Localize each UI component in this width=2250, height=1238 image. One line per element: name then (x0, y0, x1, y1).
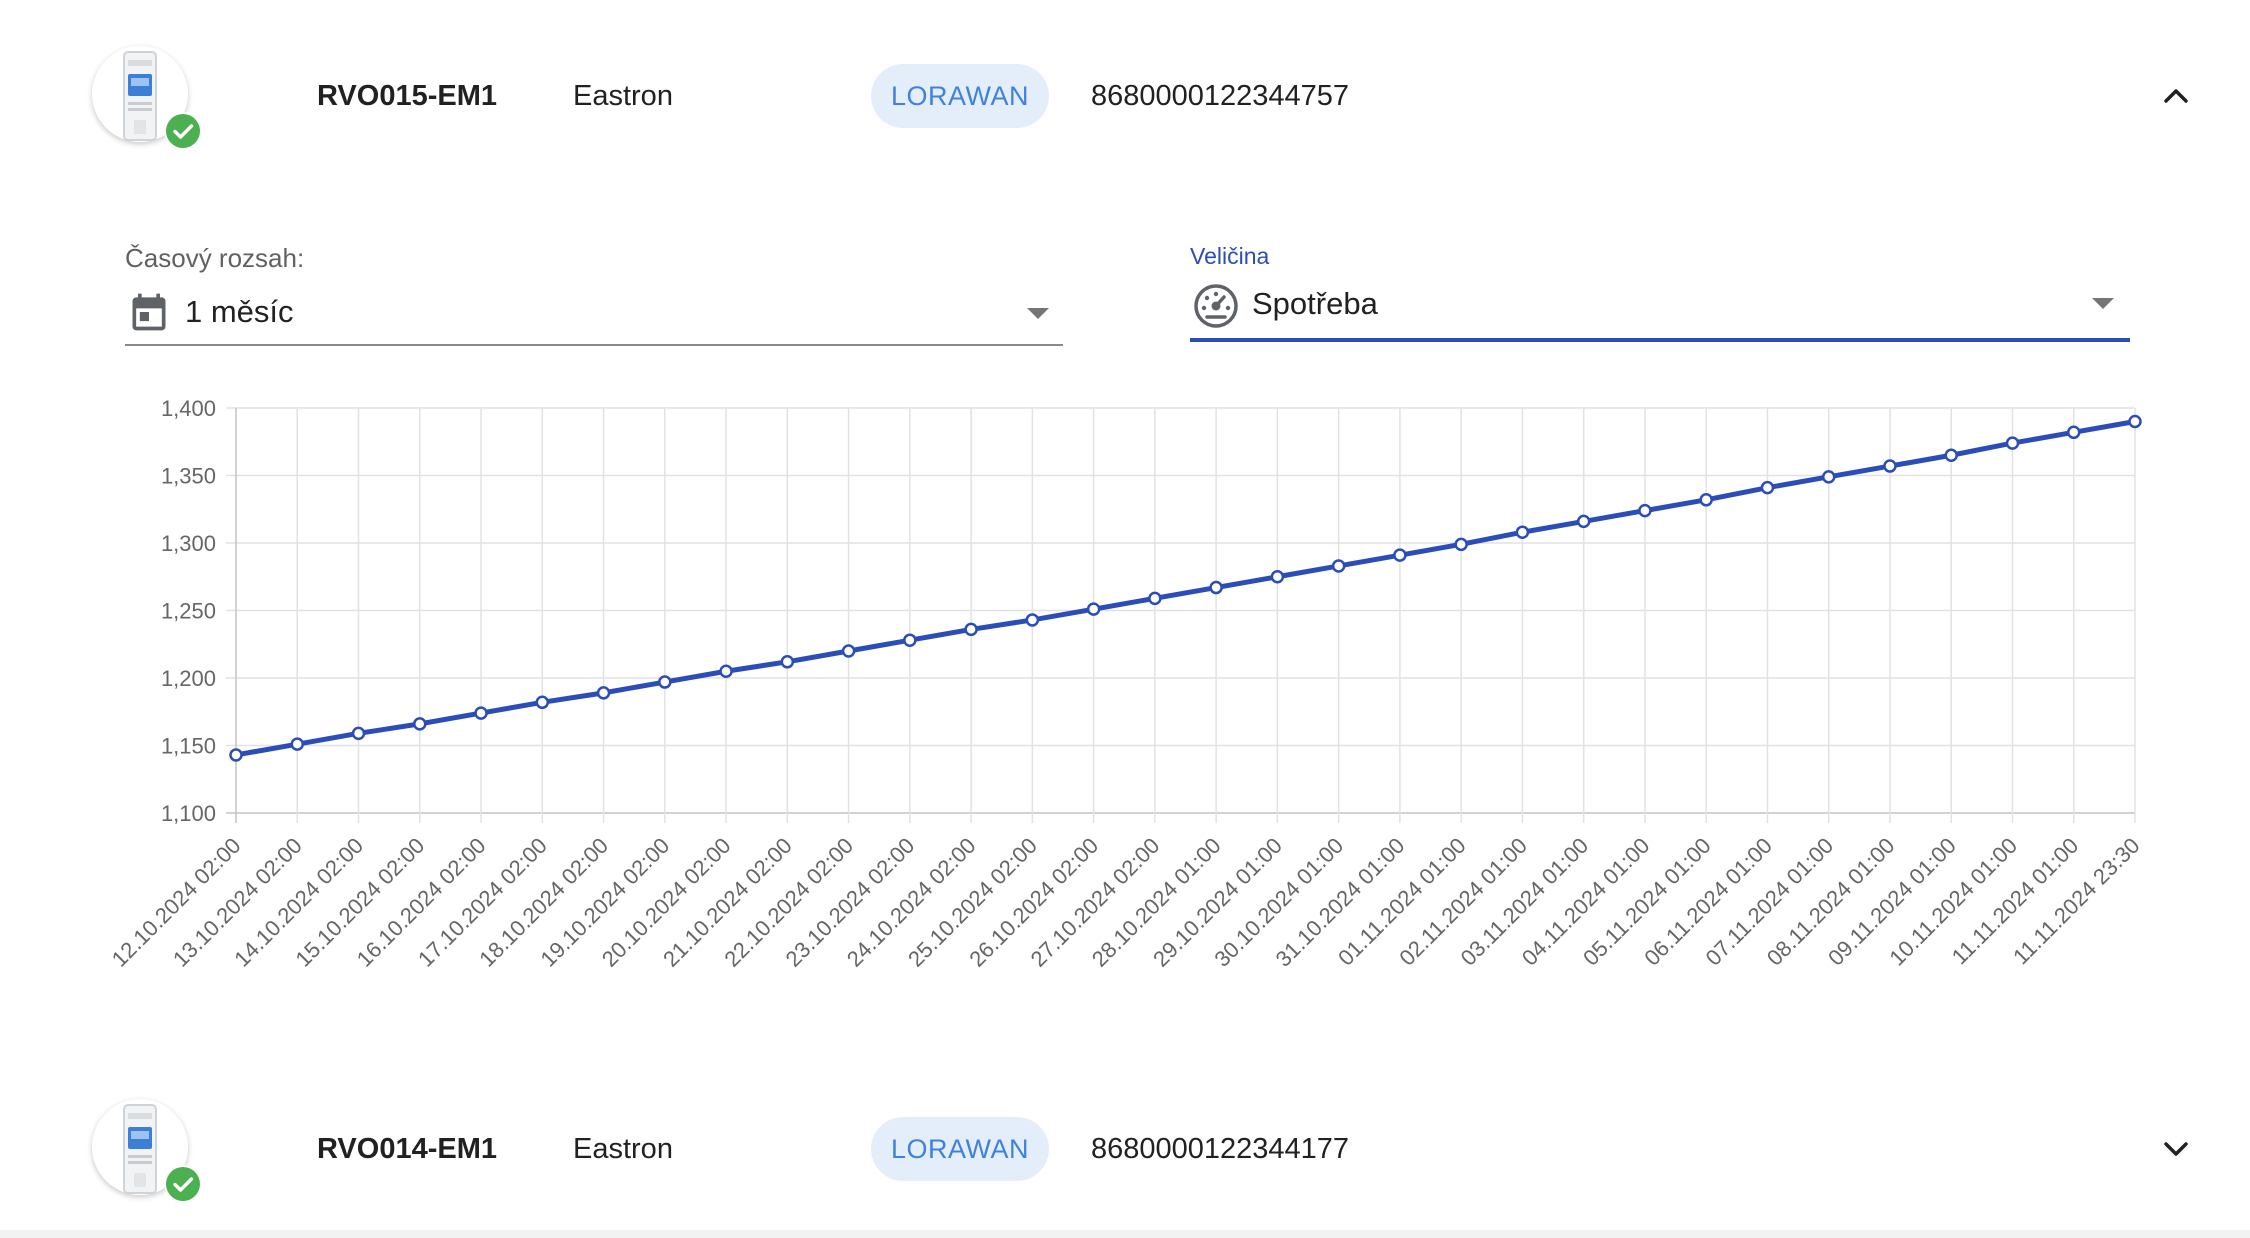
data-point (964, 622, 978, 637)
quantity-select[interactable]: Spotřeba (1190, 278, 2130, 342)
dropdown-arrow-icon (2092, 298, 2114, 309)
check-circle-icon (166, 1167, 200, 1201)
expand-toggle[interactable] (2156, 1129, 2196, 1169)
chevron-up-icon (2164, 89, 2188, 103)
data-point (1699, 493, 1713, 507)
device-name: RVO015-EM1 (317, 80, 497, 112)
data-point (413, 717, 427, 731)
data-point (1821, 470, 1836, 484)
list-divider (0, 1230, 2250, 1238)
y-tick-label: 1,150 (161, 734, 216, 759)
data-point (1576, 514, 1591, 529)
energy-meter-icon (123, 1104, 157, 1194)
energy-meter-icon (123, 51, 157, 141)
data-point (229, 748, 243, 762)
y-tick-label: 1,300 (161, 531, 216, 556)
device-vendor: Eastron (573, 1133, 673, 1165)
data-point (1331, 559, 1346, 573)
data-point (658, 675, 672, 689)
data-point (290, 737, 305, 751)
data-point (1638, 503, 1652, 518)
y-tick-label: 1,400 (161, 396, 216, 421)
data-point (1148, 591, 1162, 606)
protocol-chip: LORAWAN (871, 1117, 1049, 1181)
device-identifier: 8680000122344177 (1091, 1133, 1350, 1165)
series-line (233, 419, 2138, 758)
device-vendor: Eastron (573, 80, 673, 112)
data-point (1086, 602, 1101, 616)
y-tick-label: 1,350 (161, 464, 216, 489)
quantity-value: Spotřeba (1252, 286, 1378, 321)
consumption-chart: 1,1001,1501,2001,2501,3001,3501,40012.10… (107, 396, 2145, 972)
data-point (351, 726, 366, 741)
device-row-rvo014[interactable]: RVO014-EM1 Eastron LORAWAN 8680000122344… (0, 1069, 2250, 1229)
time-range-label: Časový rozsah: (125, 243, 305, 273)
data-point (1944, 448, 1958, 462)
dropdown-arrow-icon (1027, 308, 1049, 319)
data-point (596, 686, 611, 700)
data-point (780, 655, 795, 669)
data-point (2005, 436, 2020, 450)
data-point (1454, 537, 1468, 552)
device-identifier: 8680000122344757 (1091, 80, 1350, 112)
data-point (1760, 480, 1775, 495)
data-point (903, 633, 917, 647)
chevron-down-icon (2164, 1142, 2188, 1156)
status-badge (164, 1165, 202, 1203)
device-row-rvo015[interactable]: RVO015-EM1 Eastron LORAWAN 8680000122344… (0, 16, 2250, 176)
status-badge (164, 112, 202, 150)
y-tick-label: 1,100 (161, 801, 216, 826)
collapse-toggle[interactable] (2156, 76, 2196, 116)
time-range-value: 1 měsíc (185, 294, 294, 329)
check-circle-icon (166, 114, 200, 148)
data-point (2128, 414, 2142, 429)
data-point (1270, 570, 1285, 584)
data-point (2066, 425, 2081, 440)
device-name: RVO014-EM1 (317, 1133, 497, 1165)
data-point (474, 706, 488, 720)
data-point (719, 664, 733, 678)
calendar-icon (132, 293, 166, 331)
quantity-label: Veličina (1190, 243, 1270, 269)
data-point (1025, 613, 1040, 627)
data-point (1393, 548, 1407, 562)
data-point (841, 644, 856, 658)
protocol-chip: LORAWAN (871, 64, 1049, 128)
data-point (535, 695, 550, 710)
time-range-select[interactable]: 1 měsíc (125, 284, 1063, 346)
data-point (1209, 580, 1223, 595)
y-tick-label: 1,200 (161, 666, 216, 691)
data-point (1515, 525, 1530, 539)
y-tick-label: 1,250 (161, 599, 216, 624)
gauge-icon (1194, 284, 1238, 328)
data-point (1883, 459, 1897, 473)
